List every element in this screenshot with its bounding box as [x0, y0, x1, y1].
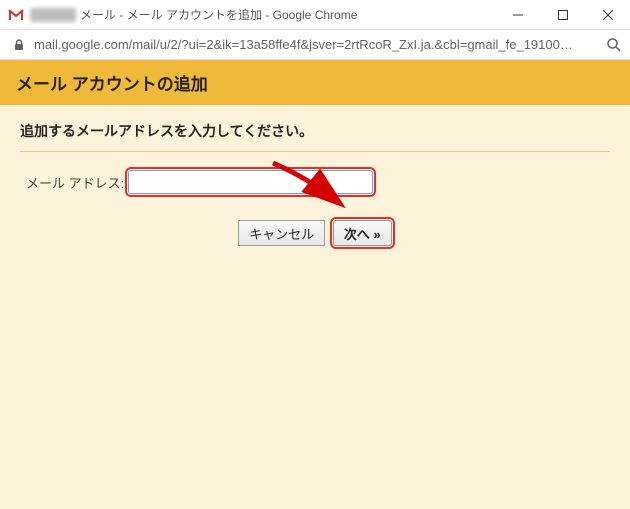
- window-title: メール - メール アカウントを追加 - Google Chrome: [80, 6, 357, 23]
- close-button[interactable]: [585, 0, 630, 30]
- page-title: メール アカウントの追加: [16, 75, 208, 94]
- page-body: メール アカウントの追加 追加するメールアドレスを入力してください。 メール ア…: [0, 60, 630, 509]
- maximize-button[interactable]: [540, 0, 585, 30]
- email-row: メール アドレス:: [20, 170, 610, 194]
- email-label: メール アドレス:: [26, 173, 124, 192]
- zoom-icon[interactable]: [606, 37, 622, 53]
- lock-icon: [12, 38, 26, 52]
- window-titlebar: メール - メール アカウントを追加 - Google Chrome: [0, 0, 630, 30]
- email-input[interactable]: [128, 170, 373, 194]
- instruction-text: 追加するメールアドレスを入力してください。: [20, 117, 610, 151]
- url-text[interactable]: mail.google.com/mail/u/2/?ui=2&ik=13a58f…: [34, 37, 598, 52]
- page-title-banner: メール アカウントの追加: [0, 60, 630, 105]
- blurred-account-name: [30, 8, 76, 22]
- next-button[interactable]: 次へ »: [333, 220, 392, 246]
- cancel-button[interactable]: キャンセル: [238, 220, 325, 246]
- gmail-icon: [8, 7, 24, 23]
- minimize-button[interactable]: [495, 0, 540, 30]
- url-bar: mail.google.com/mail/u/2/?ui=2&ik=13a58f…: [0, 30, 630, 60]
- separator: [20, 151, 610, 152]
- button-row: キャンセル 次へ »: [20, 220, 610, 246]
